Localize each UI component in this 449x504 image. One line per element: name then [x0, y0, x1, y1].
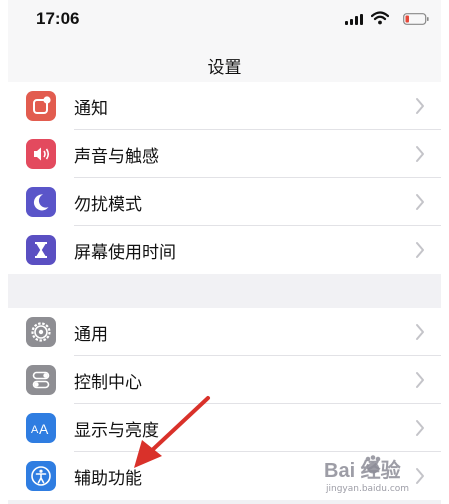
status-bar: 17:06 [8, 0, 441, 40]
annotation-arrow-icon [134, 396, 210, 468]
status-time: 17:06 [36, 9, 80, 28]
settings-row-general[interactable]: 通用 [8, 308, 441, 356]
accessibility-icon [26, 461, 56, 491]
settings-row-screen-time[interactable]: 屏幕使用时间 [8, 226, 441, 274]
settings-screen: 17:06 设置 通知 声音与触感 勿扰模式 屏幕使用时间 通用 控制中心 A … [8, 0, 441, 504]
cellular-signal-icon [345, 14, 365, 25]
gear-icon [26, 317, 56, 347]
wifi-icon [371, 11, 389, 25]
status-icons [329, 11, 429, 26]
chevron-right-icon [416, 242, 424, 258]
settings-row-label: 通用 [74, 325, 108, 345]
chevron-right-icon [416, 194, 424, 210]
svg-text:A: A [31, 424, 39, 436]
toggle-switches-icon [26, 365, 56, 395]
chevron-right-icon [416, 98, 424, 114]
svg-text:A: A [39, 421, 49, 437]
watermark-subtext: jingyan.baidu.com [326, 484, 410, 494]
settings-row-do-not-disturb[interactable]: 勿扰模式 [8, 178, 441, 226]
moon-icon [26, 187, 56, 217]
settings-row-sounds[interactable]: 声音与触感 [8, 130, 441, 178]
hourglass-icon [26, 235, 56, 265]
text-size-aa-icon: A A [26, 413, 56, 443]
battery-icon [403, 13, 429, 25]
speaker-icon [26, 139, 56, 169]
chevron-right-icon [416, 146, 424, 162]
settings-row-label: 通知 [74, 99, 108, 119]
chevron-right-icon [416, 372, 424, 388]
settings-row-label: 控制中心 [74, 373, 142, 393]
settings-row-label: 屏幕使用时间 [74, 243, 176, 263]
chevron-right-icon [416, 420, 424, 436]
chevron-right-icon [416, 324, 424, 340]
settings-row-label: 勿扰模式 [74, 195, 142, 215]
settings-row-control-center[interactable]: 控制中心 [8, 356, 441, 404]
settings-group-1: 通知 声音与触感 勿扰模式 屏幕使用时间 [8, 82, 441, 274]
settings-row-display-brightness[interactable]: A A 显示与亮度 [8, 404, 441, 452]
watermark-logo: Bai 经验 jingyan.baidu.com [318, 452, 436, 498]
settings-row-label: 声音与触感 [74, 147, 159, 167]
page-title: 设置 [207, 58, 242, 78]
settings-row-notifications[interactable]: 通知 [8, 82, 441, 130]
notification-icon [26, 91, 56, 121]
watermark-text: Bai 经验 [324, 460, 401, 482]
